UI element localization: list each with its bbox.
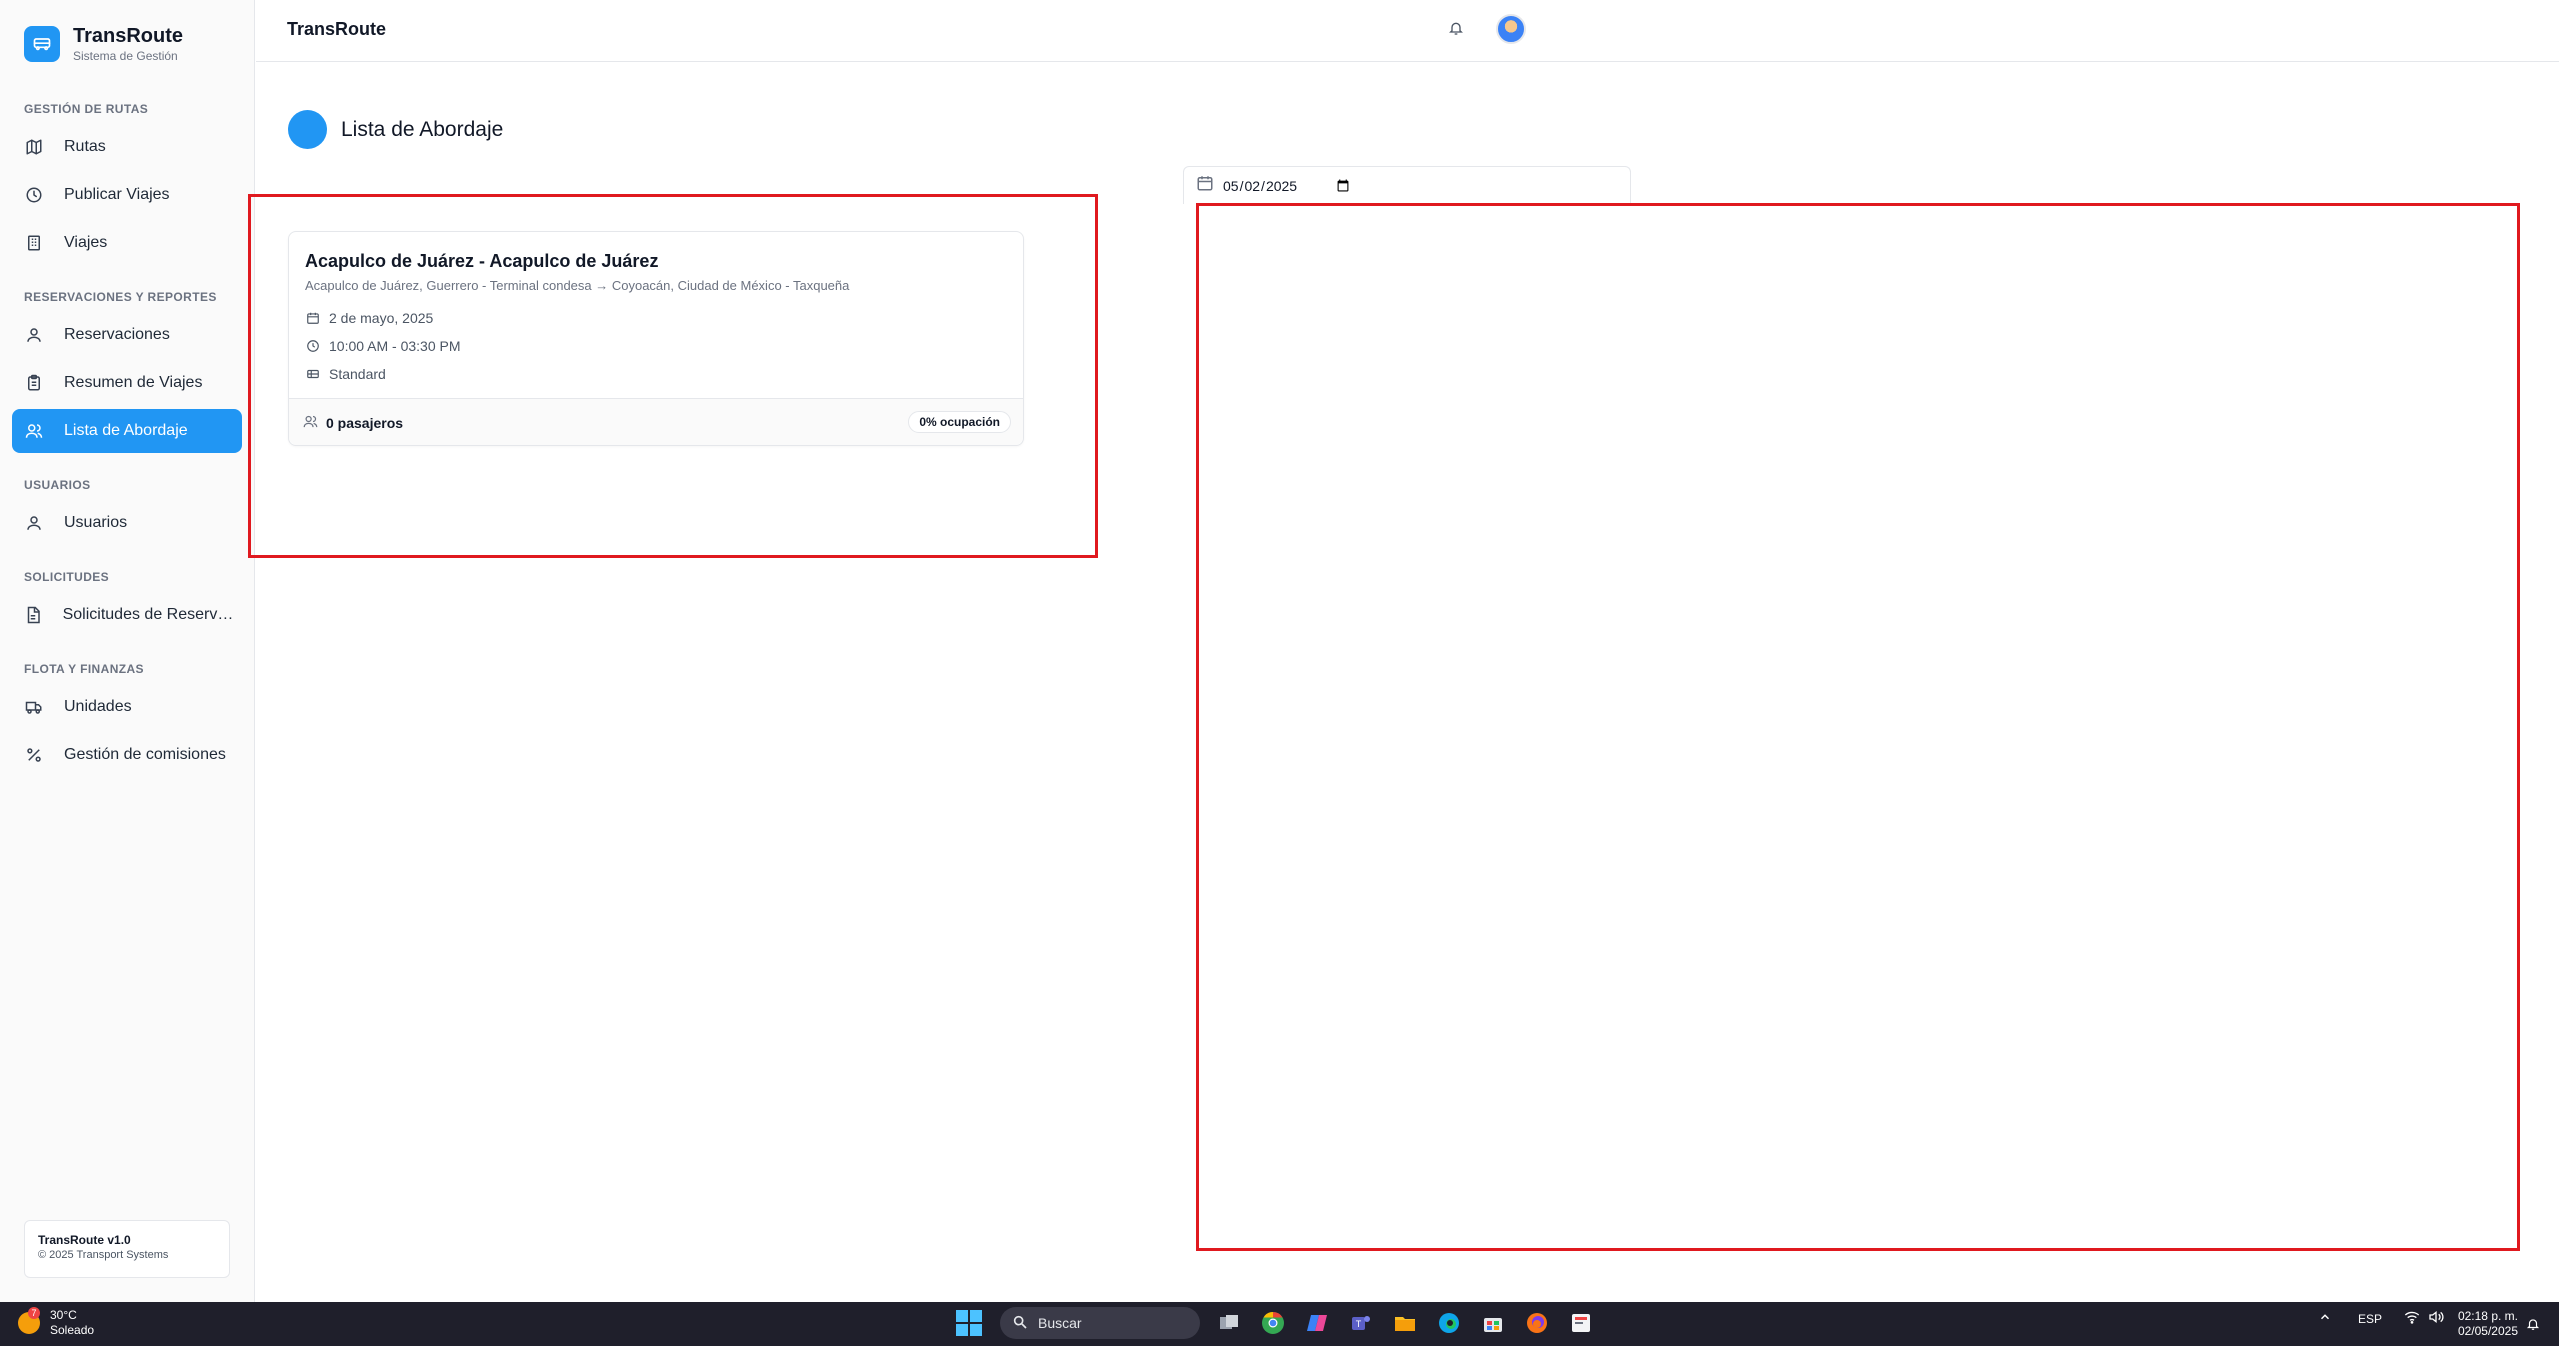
- notification-icon[interactable]: [2526, 1316, 2540, 1337]
- sidebar-footer: TransRoute v1.0 © 2025 Transport Systems: [24, 1220, 230, 1278]
- app-version: TransRoute v1.0: [38, 1233, 131, 1247]
- task-view-icon[interactable]: [1214, 1308, 1244, 1338]
- user-icon: [24, 325, 44, 345]
- system-tray: ESP: [2318, 1310, 2444, 1327]
- sidebar-item-lista-abordaje[interactable]: Lista de Abordaje: [12, 409, 242, 453]
- highlight-box-trip-list: [248, 194, 1098, 558]
- sidebar-item-label: Publicar Viajes: [64, 186, 170, 203]
- weather-temp: 30°C: [50, 1308, 77, 1322]
- sidebar: TransRoute Sistema de Gestión GESTIÓN DE…: [0, 0, 255, 1302]
- svg-text:T: T: [1356, 1319, 1362, 1329]
- sidebar-item-label: Rutas: [64, 138, 106, 155]
- sidebar-item-label: Gestión de comisiones: [64, 746, 226, 763]
- map-icon: [24, 137, 44, 157]
- sidebar-item-label: Lista de Abordaje: [64, 422, 188, 439]
- page-title: Lista de Abordaje: [341, 117, 504, 141]
- sidebar-item-rutas[interactable]: Rutas: [12, 125, 242, 169]
- folder-icon[interactable]: [1390, 1308, 1420, 1338]
- sidebar-item-gestion-comisiones[interactable]: Gestión de comisiones: [12, 733, 242, 777]
- search-icon: [1012, 1314, 1028, 1333]
- percent-icon: [24, 745, 44, 765]
- clock-time: 02:18 p. m.: [2457, 1309, 2518, 1323]
- sidebar-item-viajes[interactable]: Viajes: [12, 221, 242, 265]
- taskbar-search-label: Buscar: [1038, 1315, 1082, 1331]
- teams-icon[interactable]: T: [1346, 1308, 1376, 1338]
- brand-subtitle: Sistema de Gestión: [73, 49, 178, 63]
- sidebar-item-label: Reservaciones: [64, 326, 170, 343]
- sidebar-item-label: Unidades: [64, 698, 132, 715]
- os-taskbar: 7 30°C Soleado Buscar T ESP 02:18 p. m. …: [0, 1302, 2559, 1346]
- system-clock[interactable]: 02:18 p. m. 02/05/2025: [2452, 1309, 2518, 1339]
- calendar-icon: [1196, 174, 1214, 197]
- firefox-icon[interactable]: [1522, 1308, 1552, 1338]
- section-label-solicitudes: SOLICITUDES: [24, 570, 110, 584]
- weather-desc: Soleado: [50, 1323, 95, 1337]
- page-icon: [288, 110, 327, 149]
- section-label-reservaciones: RESERVACIONES Y REPORTES: [24, 290, 217, 304]
- sidebar-item-unidades[interactable]: Unidades: [12, 685, 242, 729]
- section-label-usuarios: USUARIOS: [24, 478, 91, 492]
- date-input[interactable]: [1222, 176, 1352, 195]
- weather-badge: 7: [28, 1307, 40, 1319]
- section-label-flota: FLOTA Y FINANZAS: [24, 662, 144, 676]
- chevron-up-icon[interactable]: [2318, 1310, 2332, 1327]
- sidebar-item-label: Viajes: [64, 234, 108, 251]
- store-icon[interactable]: [1478, 1308, 1508, 1338]
- page-header: Lista de Abordaje: [288, 110, 503, 149]
- section-label-rutas: GESTIÓN DE RUTAS: [24, 102, 149, 116]
- app-window: TransRoute Sistema de Gestión GESTIÓN DE…: [0, 0, 2559, 1302]
- sidebar-item-label: Resumen de Viajes: [64, 374, 203, 391]
- sidebar-item-usuarios[interactable]: Usuarios: [12, 501, 242, 545]
- sidebar-item-publicar-viajes[interactable]: Publicar Viajes: [12, 173, 242, 217]
- sidebar-item-solicitudes-reservacion[interactable]: Solicitudes de Reservación: [12, 593, 242, 637]
- avatar[interactable]: [1496, 14, 1526, 44]
- highlight-box-detail-panel: [1196, 203, 2520, 1251]
- file-icon: [24, 605, 43, 625]
- topbar-title: TransRoute: [287, 19, 387, 39]
- users-icon: [24, 421, 44, 441]
- taskbar-search[interactable]: Buscar: [1000, 1307, 1200, 1339]
- taskbar-apps: Buscar T: [956, 1307, 1596, 1339]
- clipboard-icon: [24, 373, 44, 393]
- truck-icon: [24, 697, 44, 717]
- topbar: TransRoute: [256, 0, 2559, 62]
- wifi-icon[interactable]: [2404, 1310, 2420, 1327]
- edge-icon[interactable]: [1434, 1308, 1464, 1338]
- brand-title: TransRoute: [73, 25, 184, 47]
- clock-date: 02/05/2025: [2457, 1324, 2518, 1338]
- copilot-icon[interactable]: [1302, 1308, 1332, 1338]
- app-icon[interactable]: [1566, 1308, 1596, 1338]
- brand[interactable]: TransRoute Sistema de Gestión: [24, 24, 183, 64]
- sun-icon: 7: [18, 1307, 40, 1334]
- weather-widget[interactable]: 7 30°C Soleado: [18, 1307, 95, 1338]
- sidebar-item-resumen-viajes[interactable]: Resumen de Viajes: [12, 361, 242, 405]
- bell-icon[interactable]: [1448, 20, 1464, 41]
- windows-start-icon[interactable]: [956, 1310, 982, 1336]
- sidebar-item-label: Usuarios: [64, 514, 128, 531]
- date-filter: [1183, 166, 1631, 204]
- bus-icon: [24, 26, 60, 62]
- language-indicator[interactable]: ESP: [2358, 1312, 2382, 1326]
- clock-icon: [24, 185, 44, 205]
- user-icon: [24, 513, 44, 533]
- chrome-icon[interactable]: [1258, 1308, 1288, 1338]
- volume-icon[interactable]: [2428, 1310, 2444, 1327]
- sidebar-item-reservaciones[interactable]: Reservaciones: [12, 313, 242, 357]
- copyright: © 2025 Transport Systems: [38, 1249, 169, 1261]
- building-icon: [24, 233, 44, 253]
- sidebar-item-label: Solicitudes de Reservación: [62, 606, 242, 623]
